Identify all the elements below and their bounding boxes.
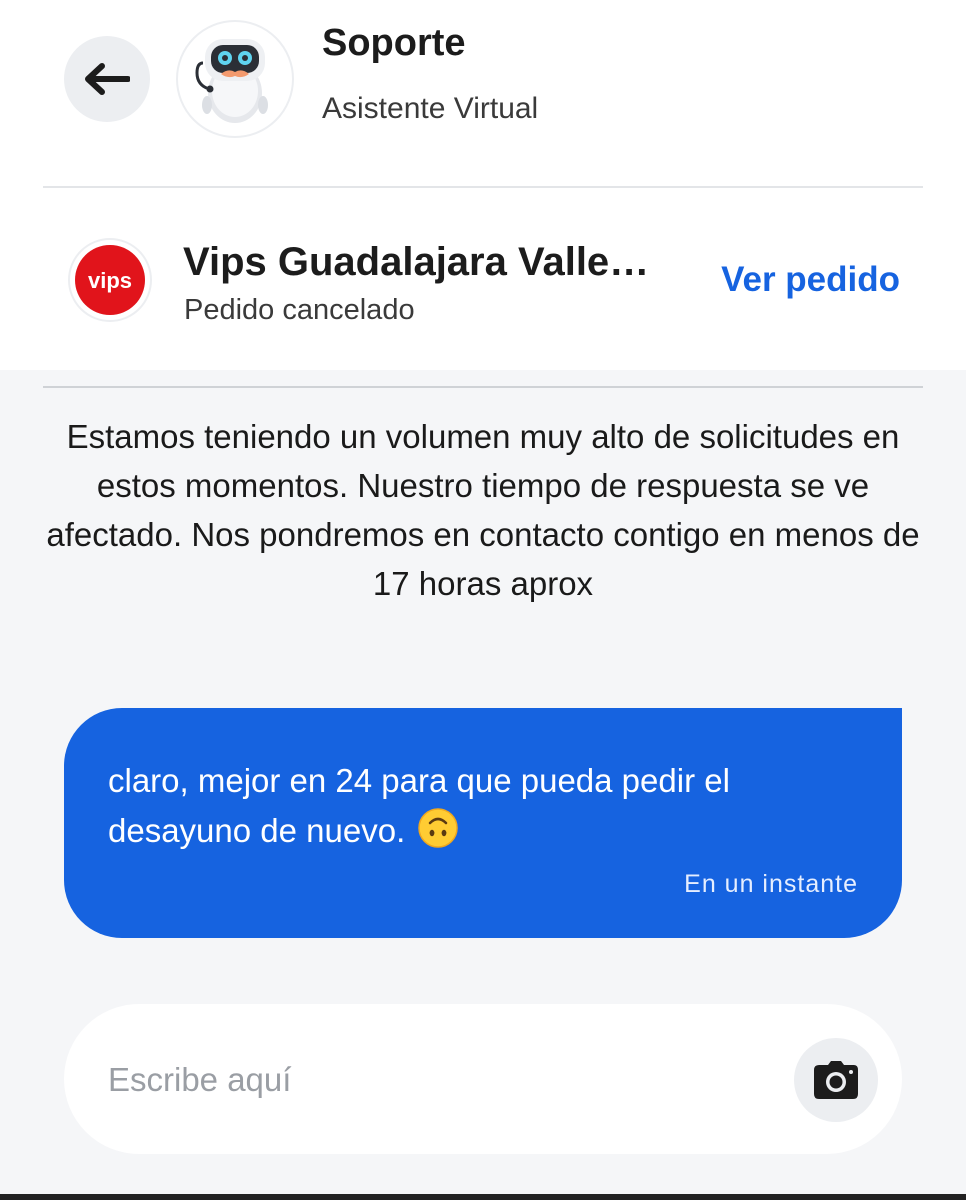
home-indicator-bar (0, 1194, 966, 1200)
page-title: Soporte (322, 22, 466, 64)
message-timestamp: En un instante (684, 870, 858, 898)
vips-logo-icon: vips (75, 245, 145, 315)
robot-assistant-icon (195, 39, 268, 123)
upside-down-face-icon (418, 808, 459, 848)
divider (43, 186, 923, 188)
camera-icon (814, 1061, 858, 1099)
store-logo: vips (68, 238, 152, 322)
divider (43, 386, 923, 388)
system-message: Estamos teniendo un volumen muy alto de … (46, 418, 920, 602)
back-button[interactable] (64, 36, 150, 122)
avatar (176, 20, 294, 138)
chat-header: Soporte Asistente Virtual vips Vips Guad… (0, 0, 966, 370)
view-order-link[interactable]: Ver pedido (721, 260, 900, 300)
page-subtitle: Asistente Virtual (322, 92, 539, 125)
order-status: Pedido cancelado (184, 294, 415, 326)
message-composer (64, 1004, 902, 1154)
store-logo-text: vips (88, 268, 132, 293)
message-input[interactable] (106, 1044, 770, 1116)
camera-button[interactable] (794, 1038, 878, 1122)
message-bubble: claro, mejor en 24 para que pueda pedir … (64, 708, 902, 938)
store-name: Vips Guadalajara Valle Real (183, 240, 653, 284)
message-text-container: claro, mejor en 24 para que pueda pedir … (108, 756, 858, 856)
arrow-left-icon (85, 63, 130, 95)
